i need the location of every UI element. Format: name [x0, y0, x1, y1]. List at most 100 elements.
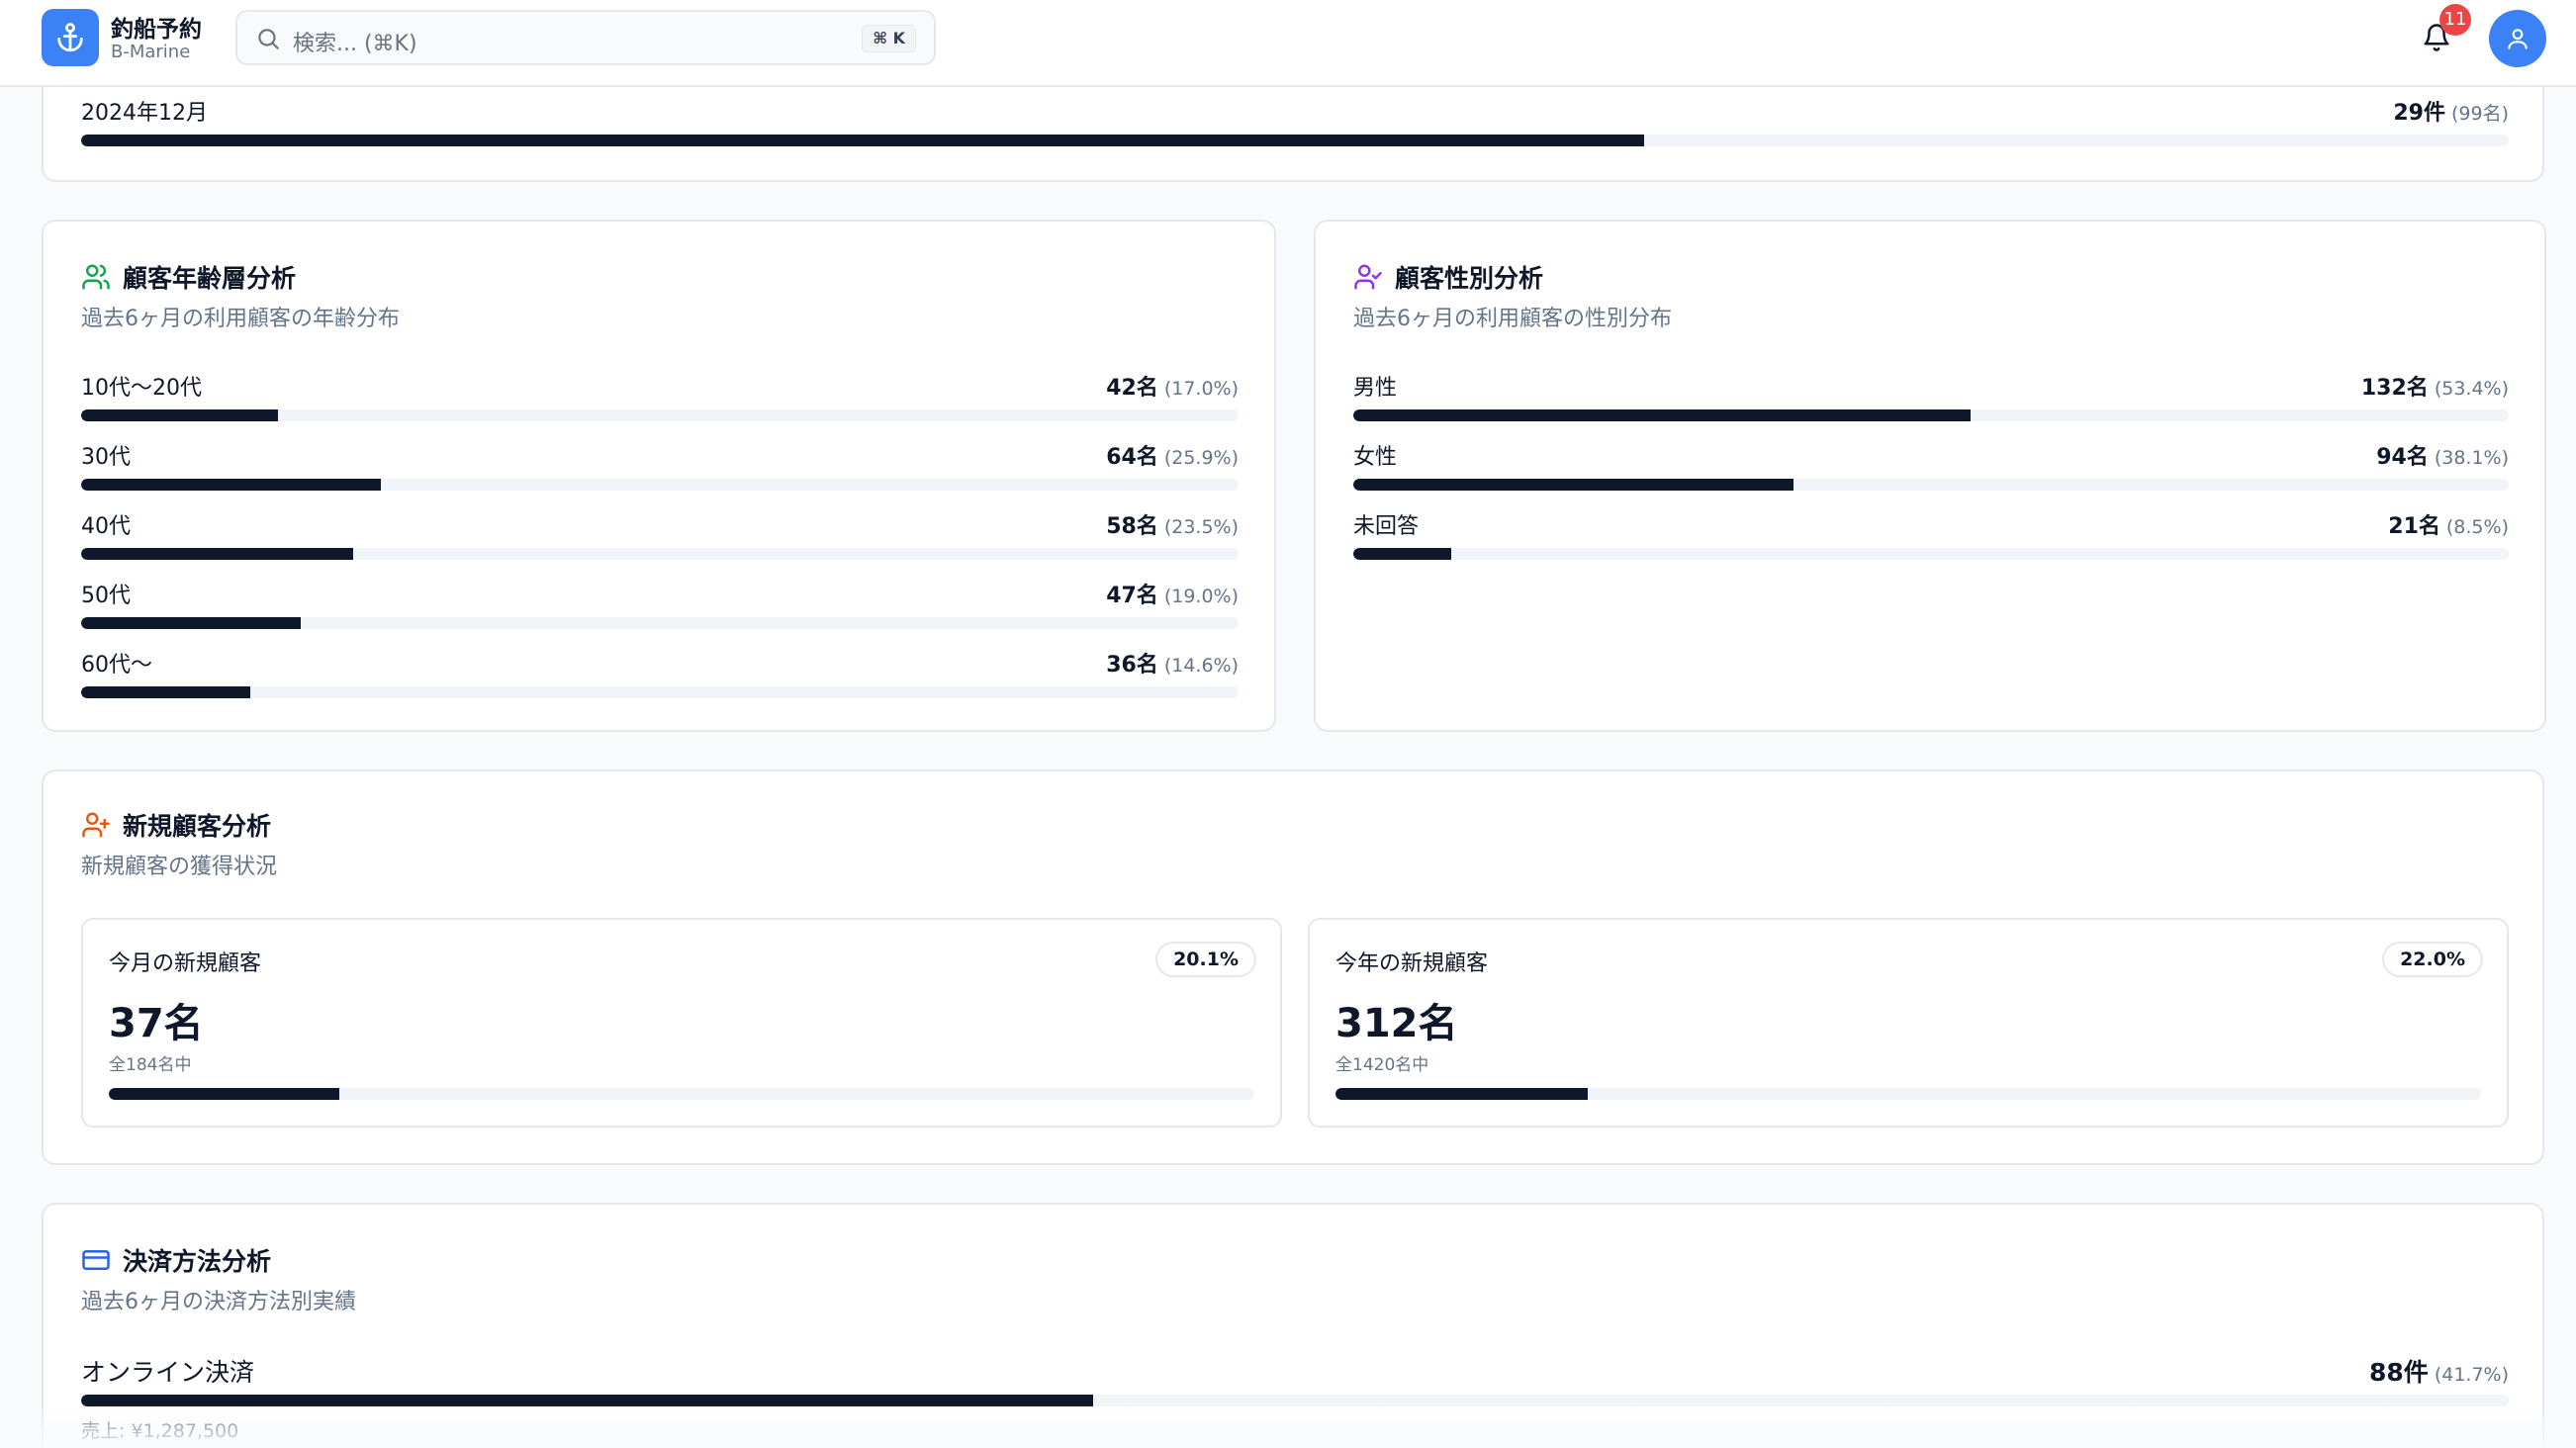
yearly-stat-count: 312名	[1335, 1001, 1458, 1046]
age-pct: (17.0%)	[1163, 378, 1239, 400]
new-customers-card: 新規顧客分析 新規顧客の獲得状況 今月の新規顧客 20.1% 37名 全184名…	[42, 769, 2544, 1165]
gender-analysis-card: 顧客性別分析 過去6ヶ月の利用顧客の性別分布 男性 132名 (53.4%) 女性 94…	[1314, 220, 2546, 732]
payment-label: オンライン決済	[81, 1358, 255, 1387]
users-icon	[82, 264, 110, 290]
age-value: 58名 (23.5%)	[1106, 514, 1239, 539]
payment-value: 88件 (41.7%)	[2369, 1358, 2509, 1387]
age-bar-track	[81, 409, 1239, 421]
month-pct: (99名)	[2450, 103, 2509, 125]
payment-bar-fill	[81, 1395, 1094, 1406]
age-card-title: 顧客年齢層分析	[123, 264, 297, 293]
search-placeholder: 検索... (⌘K)	[293, 32, 417, 56]
gender-label: 女性	[1353, 445, 1398, 470]
monthly-stat-bar-fill	[109, 1088, 339, 1100]
month-bar-track	[81, 135, 2509, 146]
age-bar-fill	[81, 548, 353, 560]
age-analysis-card: 顧客年齢層分析 過去6ヶ月の利用顧客の年齢分布 10代〜20代 42名 (17.0%…	[42, 220, 1276, 732]
age-value: 64名 (25.9%)	[1106, 445, 1239, 470]
gender-label: 未回答	[1353, 514, 1420, 539]
monthly-stat-bar-track	[109, 1088, 1254, 1100]
payment-card-title: 決済方法分析	[123, 1247, 272, 1276]
payment-analysis-card: 決済方法分析 過去6ヶ月の決済方法別実績 オンライン決済 88件 (41.7%) 売上…	[42, 1203, 2544, 1448]
age-pct: (19.0%)	[1163, 586, 1239, 607]
age-bar-fill	[81, 479, 382, 491]
yearly-stat-bar-fill	[1335, 1088, 1588, 1100]
yearly-stat-label: 今年の新規顧客	[1335, 951, 1489, 976]
yearly-stat-badge: 22.0%	[2382, 942, 2483, 977]
anchor-icon	[57, 23, 83, 52]
age-bar-track	[81, 548, 1239, 560]
age-bar-track	[81, 479, 1239, 491]
payment-bar-track	[81, 1395, 2509, 1406]
yearly-stat-total: 全1420名中	[1335, 1055, 1429, 1075]
monthly-row: 2024年12月 29件 (99名)	[81, 95, 2509, 146]
new-customers-title: 新規顧客分析	[123, 812, 272, 841]
gender-card-title: 顧客性別分析	[1395, 264, 1544, 293]
age-row: 10代〜20代 42名 (17.0%)	[81, 370, 1239, 421]
gender-row: 男性 132名 (53.4%)	[1353, 370, 2509, 421]
app-title: 釣船予約	[111, 17, 202, 43]
app-logo[interactable]	[42, 9, 99, 66]
gender-pct: (38.1%)	[2434, 447, 2509, 469]
gender-bar-fill	[1353, 409, 1971, 421]
gender-bar-track	[1353, 409, 2509, 421]
age-pct: (23.5%)	[1163, 516, 1239, 538]
search-input[interactable]: 検索... (⌘K) ⌘ K	[235, 10, 936, 65]
credit-card-icon	[82, 1250, 110, 1270]
age-pct: (25.9%)	[1163, 447, 1239, 469]
gender-value: 132名 (53.4%)	[2360, 376, 2509, 401]
monthly-new-customers-stat: 今月の新規顧客 20.1% 37名 全184名中	[81, 918, 1282, 1128]
age-value: 47名 (19.0%)	[1106, 584, 1239, 608]
age-bar-fill	[81, 409, 278, 421]
age-row: 50代 47名 (19.0%)	[81, 578, 1239, 629]
gender-label: 男性	[1353, 376, 1398, 401]
payment-row: オンライン決済 88件 (41.7%) 売上: ¥1,287,500	[81, 1353, 2509, 1443]
yearly-new-customers-stat: 今年の新規顧客 22.0% 312名 全1420名中	[1308, 918, 2509, 1128]
user-avatar[interactable]	[2489, 10, 2546, 67]
gender-value: 94名 (38.1%)	[2376, 445, 2509, 470]
age-row: 30代 64名 (25.9%)	[81, 439, 1239, 491]
age-value: 42名 (17.0%)	[1106, 376, 1239, 401]
gender-row: 未回答 21名 (8.5%)	[1353, 508, 2509, 560]
gender-row: 女性 94名 (38.1%)	[1353, 439, 2509, 491]
age-bar-fill	[81, 617, 302, 629]
gender-pct: (53.4%)	[2434, 378, 2509, 400]
gender-value: 21名 (8.5%)	[2388, 514, 2509, 539]
age-bar-track	[81, 686, 1239, 698]
age-card-description: 過去6ヶ月の利用顧客の年齢分布	[81, 307, 400, 331]
month-value: 29件 (99名)	[2393, 101, 2509, 126]
month-bar-fill	[81, 135, 1645, 146]
age-bar-track	[81, 617, 1239, 629]
age-pct: (14.6%)	[1163, 655, 1239, 677]
new-customers-description: 新規顧客の獲得状況	[81, 855, 278, 879]
age-label: 40代	[81, 514, 131, 539]
age-label: 60代〜	[81, 653, 152, 678]
gender-bar-fill	[1353, 548, 1452, 560]
payment-pct: (41.7%)	[2434, 1364, 2509, 1386]
search-icon	[258, 29, 279, 49]
age-row: 60代〜 36名 (14.6%)	[81, 647, 1239, 698]
app-subtitle: B-Marine	[111, 42, 191, 62]
search-shortcut: ⌘ K	[862, 25, 916, 52]
monthly-stat-total: 全184名中	[109, 1055, 192, 1075]
gender-bar-track	[1353, 479, 2509, 491]
age-label: 50代	[81, 584, 131, 608]
notification-badge: 11	[2439, 4, 2471, 36]
month-label: 2024年12月	[81, 101, 208, 126]
top-header: 釣船予約 B-Marine 検索... (⌘K) ⌘ K 11	[0, 0, 2576, 87]
user-check-icon	[1354, 264, 1382, 290]
user-icon	[2508, 29, 2528, 49]
gender-card-description: 過去6ヶ月の利用顧客の性別分布	[1353, 307, 1672, 331]
yearly-stat-bar-track	[1335, 1088, 2481, 1100]
monthly-stat-label: 今月の新規顧客	[109, 951, 262, 976]
monthly-stat-count: 37名	[109, 1001, 204, 1046]
gender-bar-track	[1353, 548, 2509, 560]
age-row: 40代 58名 (23.5%)	[81, 508, 1239, 560]
monthly-stat-badge: 20.1%	[1155, 942, 1256, 977]
user-plus-icon	[82, 812, 110, 838]
age-value: 36名 (14.6%)	[1106, 653, 1239, 678]
age-label: 10代〜20代	[81, 376, 202, 401]
payment-card-description: 過去6ヶ月の決済方法別実績	[81, 1290, 356, 1314]
gender-pct: (8.5%)	[2445, 516, 2509, 538]
gender-bar-fill	[1353, 479, 1794, 491]
